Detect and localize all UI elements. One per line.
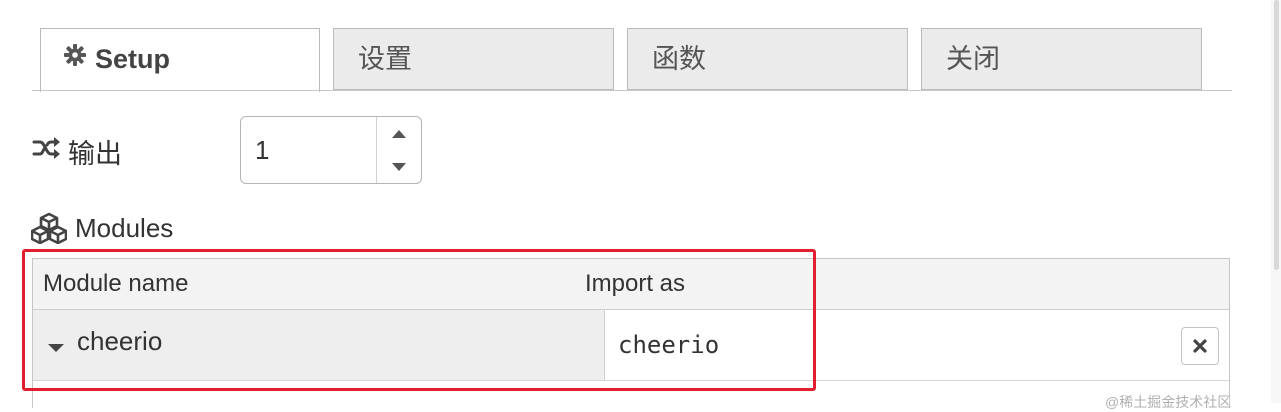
tab-function-label: 函数 — [652, 44, 706, 74]
tab-setup-label: Setup — [95, 44, 171, 74]
shuffle-icon — [32, 136, 60, 165]
scrollbar[interactable] — [1271, 0, 1281, 403]
modules-table: Module name Import as cheerio cheerio — [32, 258, 1230, 408]
module-name-select[interactable]: cheerio — [33, 310, 605, 380]
triangle-up-icon — [392, 129, 406, 138]
caret-down-icon — [47, 340, 65, 358]
column-module-name: Module name — [43, 270, 189, 297]
tab-divider — [32, 90, 1232, 91]
spinner-up-button[interactable] — [377, 117, 421, 150]
watermark: @稀土掘金技术社区 — [1105, 394, 1232, 410]
close-icon — [1193, 339, 1207, 353]
modules-label: Modules — [75, 213, 174, 243]
tab-close[interactable]: 关闭 — [921, 28, 1202, 90]
remove-module-button[interactable] — [1181, 327, 1219, 365]
tab-bar: Setup 设置 函数 关闭 — [0, 0, 1281, 92]
module-name-value: cheerio — [77, 326, 163, 356]
tab-setup[interactable]: Setup — [40, 28, 320, 92]
tab-settings[interactable]: 设置 — [333, 28, 614, 90]
column-import-as: Import as — [585, 270, 686, 297]
outputs-spinner[interactable]: 1 — [240, 116, 422, 184]
modules-table-header: Module name Import as — [33, 259, 1229, 310]
spinner-down-button[interactable] — [377, 150, 421, 183]
gear-icon — [63, 28, 87, 88]
table-row: cheerio cheerio — [33, 310, 1229, 380]
tab-function[interactable]: 函数 — [627, 28, 908, 90]
outputs-value[interactable]: 1 — [255, 117, 269, 183]
cubes-icon — [30, 212, 68, 249]
scrollbar-thumb[interactable] — [1274, 0, 1279, 270]
spinner-arrows — [376, 117, 421, 183]
import-as-input[interactable]: cheerio — [606, 310, 838, 380]
row-divider — [33, 380, 1229, 381]
triangle-down-icon — [392, 162, 406, 171]
tab-settings-label: 设置 — [358, 44, 412, 74]
outputs-label: 输出 — [68, 139, 122, 169]
tab-close-label: 关闭 — [946, 44, 1000, 74]
